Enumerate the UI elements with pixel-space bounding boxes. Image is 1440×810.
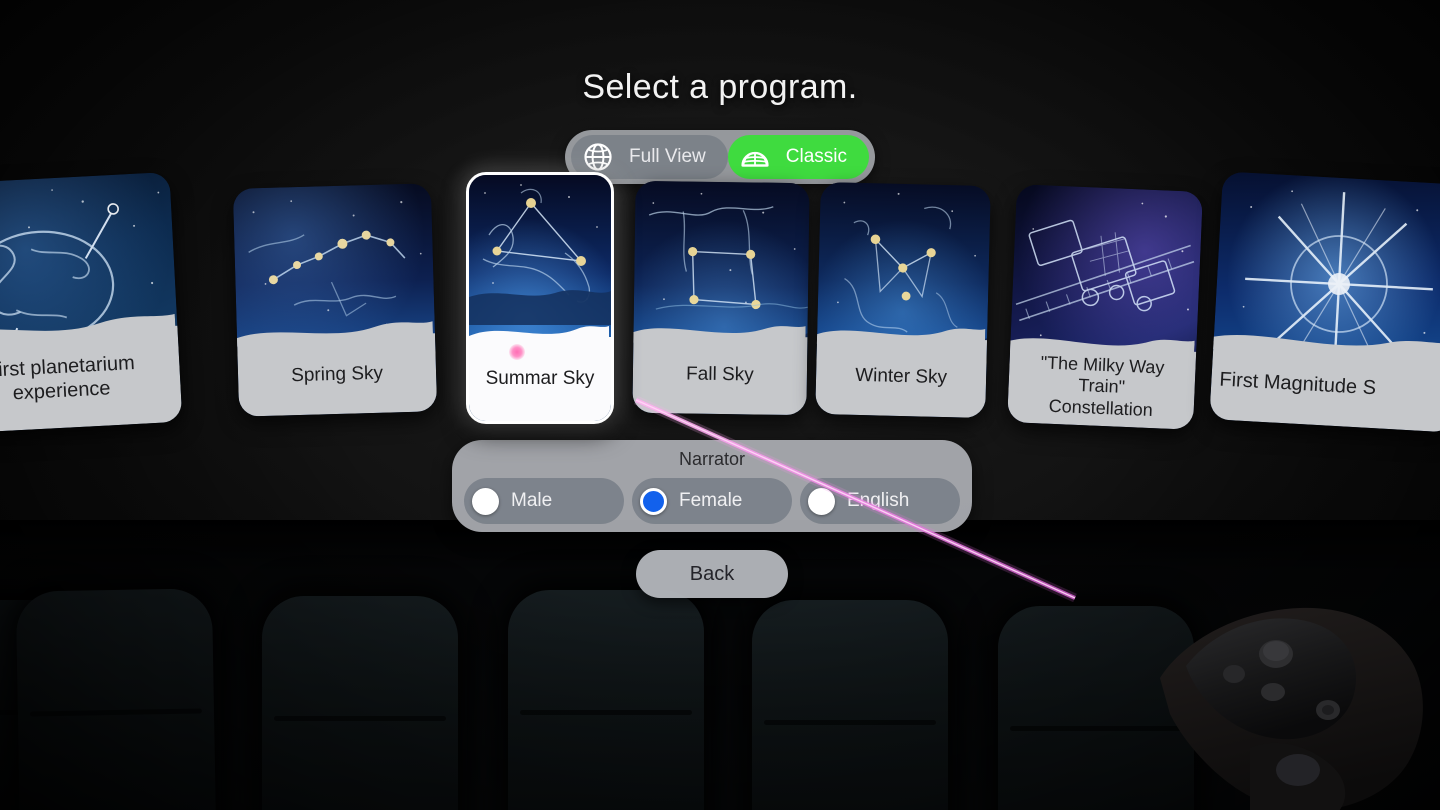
program-card-label: First planetarium experience — [0, 325, 183, 435]
program-card-label: "The Milky Way Train" Constellation — [1007, 344, 1197, 430]
view-mode-label: Full View — [629, 146, 706, 167]
narrator-option-english[interactable]: English — [800, 478, 960, 524]
program-card-first-planetarium-experience[interactable]: First planetarium experience — [0, 171, 183, 435]
button-b-icon — [1261, 683, 1285, 701]
program-card-winter-sky[interactable]: Winter Sky — [815, 181, 991, 419]
seat-silhouette — [262, 596, 458, 810]
seat-silhouette — [15, 588, 217, 810]
narrator-option-label: Female — [679, 490, 743, 511]
narrator-panel: Narrator Male Female English — [452, 440, 972, 532]
program-card-label: Summar Sky — [469, 337, 611, 421]
program-card-label: First Magnitude S — [1209, 341, 1440, 433]
radio-icon — [472, 487, 499, 515]
narrator-option-label: English — [847, 490, 910, 511]
program-card-first-magnitude-stars[interactable]: First Magnitude S — [1209, 171, 1440, 433]
program-card-milky-way-train[interactable]: "The Milky Way Train" Constellation — [1007, 184, 1203, 430]
narrator-option-female[interactable]: Female — [632, 478, 792, 524]
vr-planetarium-screen: Select a program. Full View Classic Firs… — [0, 0, 1440, 810]
seat-silhouette — [508, 590, 704, 810]
program-card-label: Fall Sky — [632, 334, 808, 416]
view-mode-label: Classic — [785, 146, 847, 167]
narrator-option-label: Male — [511, 490, 553, 511]
page-title: Select a program. — [582, 68, 858, 106]
radio-icon — [808, 487, 835, 515]
program-card-label: Winter Sky — [815, 335, 988, 419]
back-button[interactable]: Back — [636, 550, 788, 598]
button-a-icon — [1223, 665, 1245, 683]
radio-icon-selected — [640, 487, 667, 515]
program-card-label: Spring Sky — [237, 333, 438, 417]
vr-controller — [1160, 607, 1423, 810]
trigger-icon — [1276, 754, 1320, 786]
card-art-summer — [469, 184, 611, 325]
program-card-row: First planetarium experience Spring Sky … — [0, 168, 1440, 438]
narrator-options: Male Female English — [464, 478, 960, 524]
program-card-summar-sky[interactable]: Summar Sky — [466, 172, 614, 424]
narrator-title: Narrator — [678, 449, 745, 469]
program-card-spring-sky[interactable]: Spring Sky — [232, 183, 438, 417]
narrator-option-male[interactable]: Male — [464, 478, 624, 524]
program-card-fall-sky[interactable]: Fall Sky — [632, 180, 810, 416]
seat-silhouette — [752, 600, 948, 810]
